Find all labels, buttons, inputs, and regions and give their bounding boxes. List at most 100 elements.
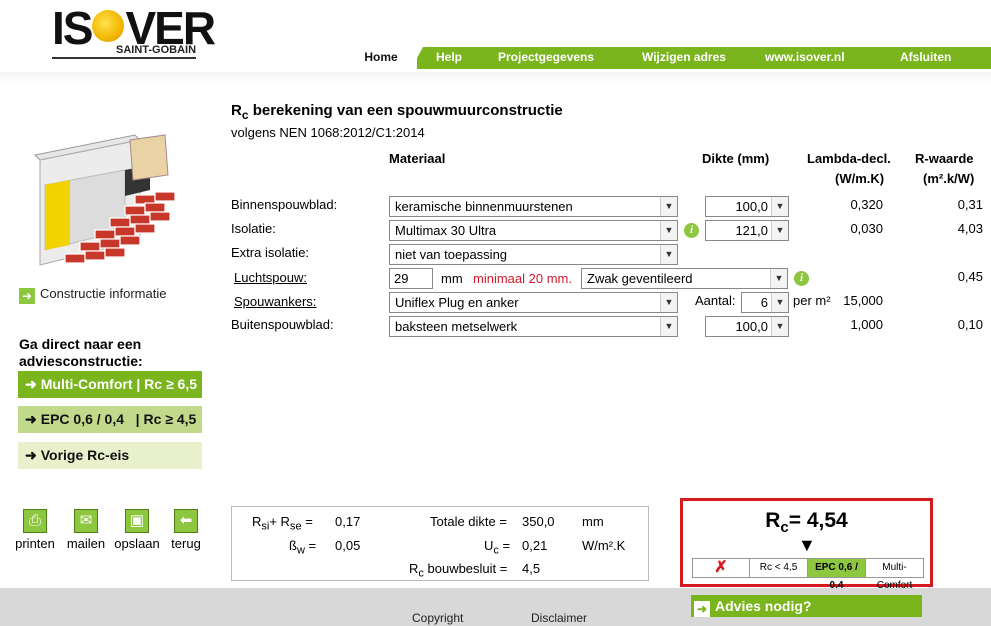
epc-button[interactable]: ➜ EPC 0,6 / 0,4 | Rc ≥ 4,5 <box>18 406 202 433</box>
advies-button[interactable]: ➜ Advies nodig? <box>691 595 922 617</box>
page-title: Rc berekening van een spouwmuurconstruct… <box>231 102 563 122</box>
beta-label: ßw = <box>289 538 317 557</box>
logo-underline <box>52 57 196 59</box>
chevron-down-icon: ▼ <box>770 269 787 288</box>
chevron-down-icon: ▼ <box>660 317 677 336</box>
nav-website[interactable]: www.isover.nl <box>765 47 845 69</box>
beta-value: 0,05 <box>335 538 361 553</box>
chevron-down-icon: ▼ <box>771 197 788 216</box>
scale-epc-active: EPC 0,6 / 0,4 <box>808 559 866 591</box>
disclaimer-link[interactable]: Disclaimer <box>531 611 587 625</box>
uc-label: Uc = <box>484 538 511 557</box>
logo-subtitle: SAINT-GOBAIN <box>116 44 197 56</box>
printer-icon: ⎙ <box>23 509 47 533</box>
info-icon[interactable]: i <box>684 223 699 238</box>
arrow-right-icon: ➜ <box>694 601 710 617</box>
construction-info-link[interactable]: ➜ Constructie informatie <box>19 286 166 304</box>
back-button[interactable]: ⬅ terug <box>162 509 210 551</box>
chevron-down-icon: ▼ <box>660 293 677 312</box>
rc-scale: ✗ Rc < 4,5 EPC 0,6 / 0,4 Multi-Comfort <box>692 558 924 591</box>
aantal-label: Aantal: <box>695 293 736 308</box>
page-subtitle: volgens NEN 1068:2012/C1:2014 <box>231 125 425 140</box>
envelope-icon: ✉ <box>74 509 98 533</box>
chevron-down-icon: ▼ <box>660 221 677 240</box>
spouwankers-link[interactable]: Spouwankers: <box>234 294 316 309</box>
header-shade <box>0 72 991 84</box>
buitenspouwblad-thickness-select[interactable]: 100,0 ▼ <box>705 316 789 337</box>
rc-result-box: Rc= 4,54 ▼ ✗ Rc < 4,5 EPC 0,6 / 0,4 Mult… <box>680 498 933 591</box>
luchtspouw-r: 0,45 <box>957 269 983 284</box>
arrow-right-icon: ➜ <box>19 288 35 304</box>
arrow-left-icon: ⬅ <box>174 509 198 533</box>
main-nav: Home Help Projectgegevens Wijzigen adres… <box>345 47 991 69</box>
spouwankers-lambda: 15,000 <box>843 293 883 308</box>
save-button[interactable]: ▣ opslaan <box>113 509 161 551</box>
col-r-header: R-waarde <box>915 151 974 166</box>
info-icon[interactable]: i <box>794 271 809 286</box>
nav-help[interactable]: Help <box>436 47 462 69</box>
go-direct-heading: Ga direct naar een adviesconstructie: <box>19 336 143 369</box>
arrow-right-icon: ➜ <box>25 447 37 463</box>
chevron-down-icon: ▼ <box>771 293 788 312</box>
mail-button[interactable]: ✉ mailen <box>62 509 110 551</box>
floppy-disk-icon: ▣ <box>125 509 149 533</box>
spouwankers-select[interactable]: Uniflex Plug en anker ▼ <box>389 292 678 313</box>
nav-afsluiten[interactable]: Afsluiten <box>900 47 951 69</box>
extra-isolatie-label: Extra isolatie: <box>231 245 310 260</box>
buitenspouwblad-label: Buitenspouwblad: <box>231 317 334 332</box>
total-thickness-unit: mm <box>582 514 604 529</box>
nav-home[interactable]: Home <box>345 47 417 69</box>
uc-unit: W/m².K <box>582 538 626 553</box>
logo-circle-icon <box>92 10 125 42</box>
copyright-link[interactable]: Copyright <box>412 611 463 625</box>
buitenspouwblad-r: 0,10 <box>957 317 983 332</box>
rsi-rse-label: Rsi+ Rse = <box>252 514 313 533</box>
col-lambda-unit: (W/m.K) <box>835 171 885 186</box>
luchtspouw-input[interactable]: 29 <box>389 268 433 289</box>
nav-projectgegevens[interactable]: Projectgegevens <box>498 47 594 69</box>
isolatie-label: Isolatie: <box>231 221 276 236</box>
col-r-unit: (m².k/W) <box>923 171 975 186</box>
chevron-down-icon: ▼ <box>660 197 677 216</box>
ventilation-select[interactable]: Zwak geventileerd ▼ <box>581 268 788 289</box>
rc-bouwbesluit-value: 4,5 <box>522 561 541 576</box>
col-material-header: Materiaal <box>389 151 446 166</box>
isolatie-lambda: 0,030 <box>850 221 883 236</box>
chevron-down-icon: ▼ <box>660 245 677 264</box>
summary-box: Rsi+ Rse = 0,17 ßw = 0,05 Totale dikte =… <box>231 506 649 581</box>
scale-below-45: Rc < 4,5 <box>750 559 808 577</box>
arrow-down-icon: ▼ <box>798 535 816 555</box>
total-thickness-label: Totale dikte = <box>430 514 507 529</box>
per-m2-label: per m² <box>793 293 831 308</box>
aantal-select[interactable]: 6 ▼ <box>741 292 789 313</box>
arrow-right-icon: ➜ <box>25 411 37 427</box>
uc-value: 0,21 <box>522 538 548 553</box>
chevron-down-icon: ▼ <box>771 221 788 240</box>
previous-rc-button[interactable]: ➜ Vorige Rc-eis <box>18 442 202 469</box>
scale-multi-comfort: Multi-Comfort <box>876 562 913 591</box>
multi-comfort-button[interactable]: ➜ Multi-Comfort | Rc ≥ 6,5 <box>18 371 202 398</box>
nav-wijzigen-adres[interactable]: Wijzigen adres <box>642 47 726 69</box>
isolatie-select[interactable]: Multimax 30 Ultra ▼ <box>389 220 678 241</box>
rsi-rse-value: 0,17 <box>335 514 361 529</box>
print-button[interactable]: ⎙ printen <box>11 509 59 551</box>
isolatie-r: 4,03 <box>957 221 983 236</box>
wall-construction-illustration <box>33 134 176 266</box>
binnenspouwblad-r: 0,31 <box>957 197 983 212</box>
arrow-right-icon: ➜ <box>25 376 37 392</box>
rc-bouwbesluit-label: Rc bouwbesluit = <box>409 561 508 580</box>
extra-isolatie-select[interactable]: niet van toepassing ▼ <box>389 244 678 265</box>
luchtspouw-note: minimaal 20 mm. <box>473 271 572 286</box>
binnenspouwblad-thickness-select[interactable]: 100,0 ▼ <box>705 196 789 217</box>
col-lambda-header: Lambda-decl. <box>807 151 891 166</box>
rc-result-value: Rc= 4,54 <box>765 509 848 537</box>
luchtspouw-unit: mm <box>441 271 463 286</box>
col-thickness-header: Dikte (mm) <box>702 151 770 166</box>
total-thickness-value: 350,0 <box>522 514 555 529</box>
binnenspouwblad-select[interactable]: keramische binnenmuurstenen ▼ <box>389 196 678 217</box>
luchtspouw-link[interactable]: Luchtspouw: <box>234 270 307 285</box>
binnenspouwblad-lambda: 0,320 <box>850 197 883 212</box>
binnenspouwblad-label: Binnenspouwblad: <box>231 197 338 212</box>
isolatie-thickness-select[interactable]: 121,0 ▼ <box>705 220 789 241</box>
buitenspouwblad-select[interactable]: baksteen metselwerk ▼ <box>389 316 678 337</box>
